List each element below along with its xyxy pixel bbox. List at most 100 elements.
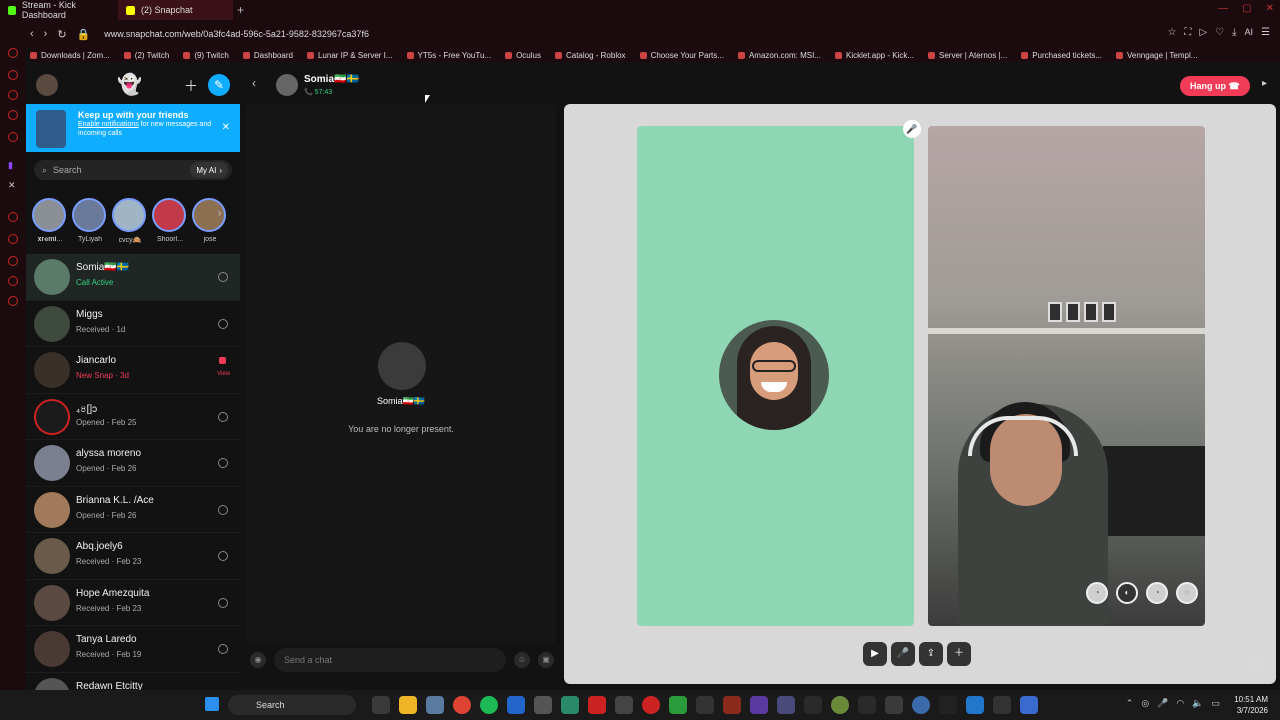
chat-avatar[interactable]	[276, 74, 298, 96]
emoji-icon[interactable]: ☺	[514, 652, 530, 668]
bookmark-item[interactable]: (9) Twitch	[183, 51, 229, 60]
camera-icon[interactable]	[218, 458, 228, 468]
conversation-item[interactable]: Abq.joely6 Received · Feb 23	[26, 533, 240, 580]
conversation-item[interactable]: Hope Amezquita Received · Feb 23	[26, 580, 240, 626]
story-item[interactable]: 𝐱𝐫𝐞𝐦𝐢...	[32, 198, 68, 244]
photos-icon[interactable]	[426, 696, 444, 714]
camera-icon[interactable]	[218, 597, 228, 608]
lens-option[interactable]: ◌	[1176, 582, 1198, 604]
close-banner-icon[interactable]: ✕	[222, 122, 230, 133]
app-icon[interactable]	[723, 696, 741, 714]
bookmark-item[interactable]: YT5s - Free YouTu...	[407, 51, 492, 60]
app-icon[interactable]	[777, 696, 795, 714]
tiktok-icon[interactable]	[939, 696, 957, 714]
new-chat-button[interactable]: ✎	[208, 74, 230, 96]
system-clock[interactable]: 10:51 AM 3/7/2026	[1234, 694, 1268, 716]
app-icon[interactable]	[831, 696, 849, 714]
lens-option[interactable]: ◔	[1086, 582, 1108, 604]
lens-option[interactable]: ◔	[1146, 582, 1168, 604]
app-icon[interactable]	[615, 696, 633, 714]
network-icon[interactable]: ◎	[1141, 698, 1149, 709]
stories-next-icon[interactable]: ›	[218, 208, 221, 219]
rail-app-icon[interactable]	[8, 110, 18, 120]
camera-icon[interactable]	[218, 318, 228, 329]
screenshot-icon[interactable]: ⛶	[1184, 27, 1191, 38]
bookmark-item[interactable]: Server | Aternos |...	[928, 51, 1007, 60]
rail-app-icon[interactable]	[8, 234, 18, 244]
view-snap-button[interactable]: View	[217, 371, 230, 377]
conversation-item[interactable]: ₄৪[]ɔ Opened · Feb 25	[26, 394, 240, 440]
app-icon[interactable]	[1020, 696, 1038, 714]
conversation-item[interactable]: Somia🇮🇷🇸🇪 Call Active	[26, 254, 240, 301]
bookmark-item[interactable]: Choose Your Parts...	[640, 51, 724, 60]
add-person-icon[interactable]: ＋	[947, 642, 971, 666]
camera-icon[interactable]	[218, 504, 228, 515]
chat-input[interactable]: Send a chat	[274, 648, 506, 672]
story-item[interactable]: cvcy🙈	[112, 198, 148, 244]
back-arrow-icon[interactable]: ‹	[252, 76, 256, 90]
app-icon[interactable]	[561, 696, 579, 714]
story-item[interactable]: Shoorl...	[152, 198, 188, 244]
wifi-icon[interactable]: ◠	[1176, 698, 1184, 709]
new-tab-button[interactable]: +	[237, 3, 244, 17]
conversation-item[interactable]: Jiancarlo New Snap · 3d View	[26, 347, 240, 394]
windows-start-icon[interactable]	[205, 697, 219, 711]
rail-app-icon[interactable]	[8, 256, 18, 266]
bookmark-item[interactable]: Amazon.com: MSI...	[738, 51, 821, 60]
conversation-item[interactable]: Brianna K.L. /Ace Opened · Feb 26	[26, 487, 240, 533]
bookmark-item[interactable]: (2) Twitch	[124, 51, 170, 60]
battery-icon[interactable]: ▭	[1211, 698, 1220, 709]
app-icon[interactable]	[750, 696, 768, 714]
my-ai-button[interactable]: My AI ›	[190, 162, 228, 178]
chevron-up-icon[interactable]: ⌃	[1126, 698, 1134, 709]
conversation-item[interactable]: alyssa moreno Opened · Feb 26	[26, 440, 240, 487]
hang-up-button[interactable]: Hang up ☎	[1180, 76, 1250, 96]
lens-option-selected[interactable]: ◐	[1116, 582, 1138, 604]
bookmark-item[interactable]: Lunar IP & Server I...	[307, 51, 393, 60]
twitch-icon[interactable]: ▮	[8, 160, 13, 171]
app-icon[interactable]	[642, 696, 660, 714]
tab-kick[interactable]: Stream - Kick Dashboard	[0, 0, 118, 20]
story-item[interactable]: TyLiyah	[72, 198, 108, 244]
conversation-item[interactable]: Redawn Etcitty	[26, 673, 240, 690]
app-icon[interactable]	[804, 696, 822, 714]
close-icon[interactable]: ✕	[1266, 3, 1274, 14]
x-icon[interactable]: ✕	[8, 180, 16, 191]
bookmark-item[interactable]: Oculus	[505, 51, 541, 60]
microphone-icon[interactable]: 🎤	[891, 642, 915, 666]
ai-button[interactable]: AI	[1245, 27, 1254, 38]
menu-icon[interactable]: ☰	[1261, 27, 1270, 38]
bookmark-icon[interactable]: ☆	[1167, 27, 1176, 38]
rail-app-icon[interactable]	[8, 70, 18, 80]
picture-in-picture-icon[interactable]: ⧉	[1252, 658, 1268, 674]
bookmark-item[interactable]: Purchased tickets...	[1021, 51, 1102, 60]
rail-app-icon[interactable]	[8, 90, 18, 100]
sticker-icon[interactable]: ▣	[538, 652, 554, 668]
play-icon[interactable]: ▷	[1199, 27, 1207, 38]
app-icon[interactable]	[858, 696, 876, 714]
taskbar-search[interactable]: Search	[228, 695, 356, 715]
minimize-icon[interactable]: —	[1218, 3, 1228, 14]
conversation-item[interactable]: Tanya Laredo Received · Feb 19	[26, 626, 240, 673]
edge-icon[interactable]	[507, 696, 525, 714]
heart-icon[interactable]: ♡	[1215, 27, 1224, 38]
url-field[interactable]: www.snapchat.com/web/0a3fc4ad-596c-5a21-…	[104, 29, 369, 39]
chrome-icon[interactable]	[453, 696, 471, 714]
rail-app-icon[interactable]	[8, 276, 18, 286]
app-icon[interactable]	[885, 696, 903, 714]
rail-app-icon[interactable]	[8, 48, 18, 58]
profile-avatar[interactable]	[36, 74, 58, 96]
camera-button-icon[interactable]: ◉	[250, 652, 266, 668]
rail-app-icon[interactable]	[8, 212, 18, 222]
enable-notifications-link[interactable]: Enable notifications	[78, 121, 139, 128]
minecraft-icon[interactable]	[669, 696, 687, 714]
youtube-icon[interactable]	[588, 696, 606, 714]
app-icon[interactable]	[696, 696, 714, 714]
bookmark-item[interactable]: Downloads | Zom...	[30, 51, 110, 60]
bookmark-item[interactable]: Dashboard	[243, 51, 293, 60]
tab-snapchat[interactable]: (2) Snapchat	[118, 0, 233, 20]
file-explorer-icon[interactable]	[399, 696, 417, 714]
camera-icon[interactable]	[218, 644, 228, 654]
camera-icon[interactable]	[218, 411, 228, 422]
volume-icon[interactable]: 🔈	[1192, 698, 1203, 709]
